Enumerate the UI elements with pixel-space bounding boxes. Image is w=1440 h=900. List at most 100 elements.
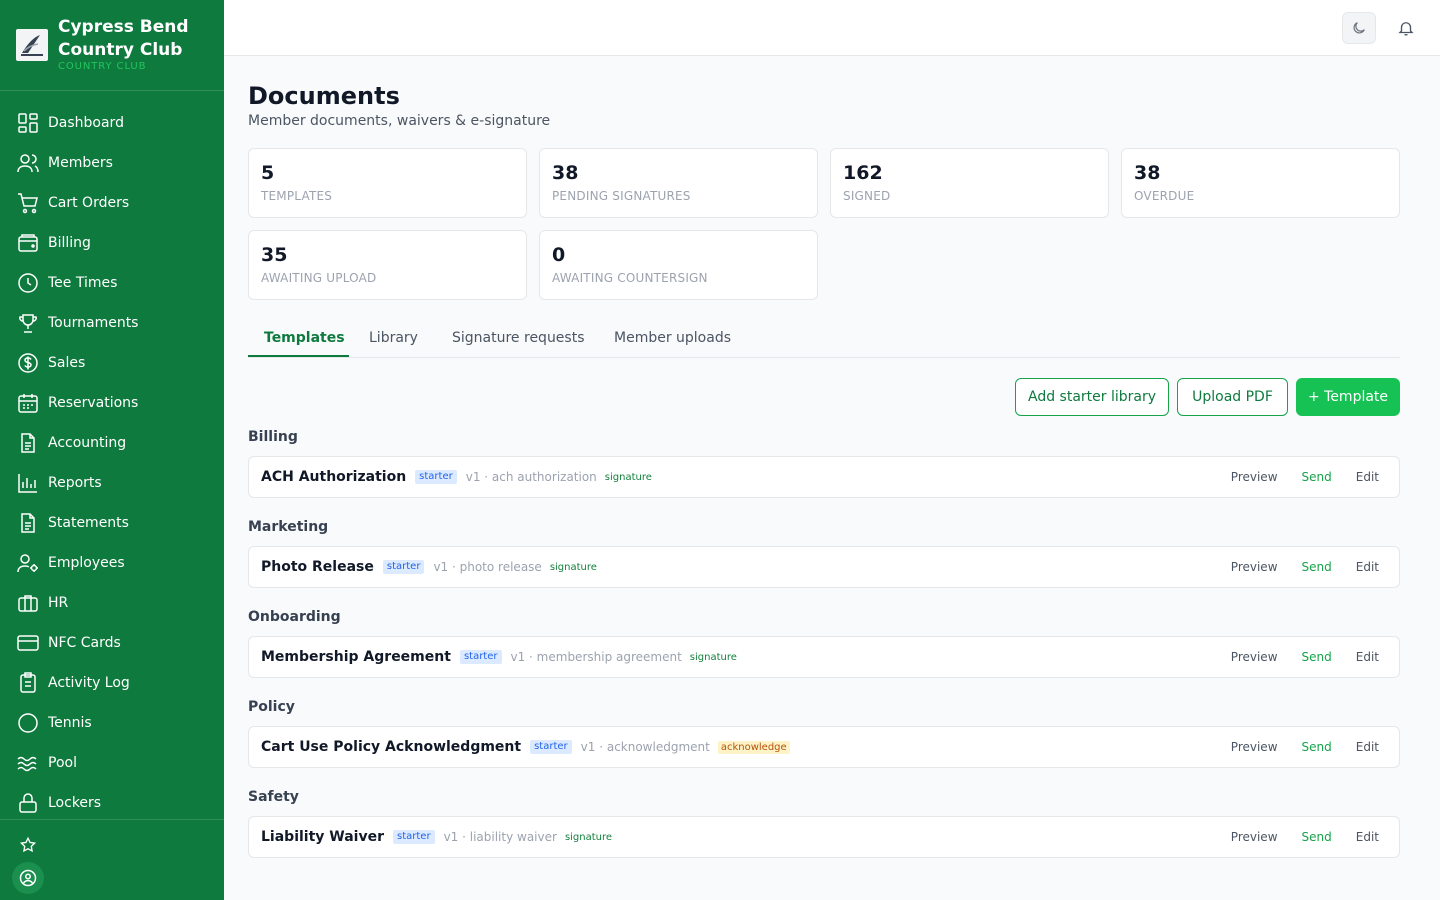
add-starter-library-button[interactable]: Add starter library [1015, 378, 1169, 416]
avatar[interactable] [12, 862, 44, 894]
row-actions: Preview Send Edit [1231, 727, 1399, 767]
preview-button[interactable]: Preview [1231, 560, 1278, 574]
preview-button[interactable]: Preview [1231, 740, 1278, 754]
sidebar-item-accounting[interactable]: Accounting [0, 423, 224, 463]
sidebar-item-hr[interactable]: HR [0, 583, 224, 623]
sidebar-item-tournaments[interactable]: Tournaments [0, 303, 224, 343]
star-icon[interactable] [19, 836, 37, 854]
starter-badge: starter [393, 830, 435, 844]
sidebar-item-dashboard[interactable]: Dashboard [0, 103, 224, 143]
tab-member-uploads[interactable]: Member uploads [614, 318, 731, 358]
sidebar-item-reports[interactable]: Reports [0, 463, 224, 503]
stat-value: 38 [552, 162, 579, 184]
edit-button[interactable]: Edit [1356, 470, 1379, 484]
stat-card-templates: 5 TEMPLATES [248, 148, 527, 218]
circle-icon [18, 713, 38, 733]
sidebar-item-label: Reports [48, 475, 102, 491]
row-actions: Preview Send Edit [1231, 817, 1399, 857]
type-badge: signature [564, 831, 613, 843]
stat-card-overdue: 38 OVERDUE [1121, 148, 1400, 218]
group-heading: Billing [248, 429, 298, 445]
add-template-button[interactable]: + Template [1296, 378, 1400, 416]
send-button[interactable]: Send [1302, 470, 1332, 484]
type-badge: signature [689, 651, 737, 663]
tab-templates[interactable]: Templates [264, 318, 345, 358]
stat-label: OVERDUE [1134, 189, 1195, 203]
starter-badge: starter [415, 470, 457, 484]
stat-label: AWAITING UPLOAD [261, 271, 377, 285]
sidebar-footer [0, 819, 224, 900]
sidebar-item-label: HR [48, 595, 69, 611]
template-row[interactable]: ACH Authorization starter v1 · ach autho… [248, 456, 1400, 498]
notifications-button[interactable] [1394, 12, 1418, 44]
sidebar-item-label: Cart Orders [48, 195, 130, 211]
wallet-icon [18, 234, 38, 252]
send-button[interactable]: Send [1302, 650, 1332, 664]
sidebar-item-label: Accounting [48, 435, 127, 451]
starter-badge: starter [530, 740, 572, 754]
sidebar-item-label: Tournaments [48, 315, 139, 331]
template-row[interactable]: Liability Waiver starter v1 · liability … [248, 816, 1400, 858]
template-meta: v1 · photo release [433, 560, 542, 574]
sidebar-item-members[interactable]: Members [0, 143, 224, 183]
tab-library[interactable]: Library [369, 318, 418, 358]
sidebar-item-tennis[interactable]: Tennis [0, 703, 224, 743]
sidebar-item-pool[interactable]: Pool [0, 743, 224, 783]
sidebar-item-activity-log[interactable]: Activity Log [0, 663, 224, 703]
bell-icon [1398, 22, 1414, 36]
stat-label: AWAITING COUNTERSIGN [552, 271, 708, 285]
preview-button[interactable]: Preview [1231, 830, 1278, 844]
preview-button[interactable]: Preview [1231, 650, 1278, 664]
template-meta: v1 · acknowledgment [580, 740, 710, 754]
template-meta: v1 · liability waiver [443, 830, 557, 844]
sidebar-item-statements[interactable]: Statements [0, 503, 224, 543]
stat-card-pending-signatures: 38 PENDING SIGNATURES [539, 148, 818, 218]
users-icon [17, 154, 39, 173]
preview-button[interactable]: Preview [1231, 470, 1278, 484]
stat-value: 35 [261, 244, 288, 266]
sidebar-item-cart-orders[interactable]: Cart Orders [0, 183, 224, 223]
template-name: Cart Use Policy Acknowledgment [261, 739, 522, 755]
sidebar-item-nfc-cards[interactable]: NFC Cards [0, 623, 224, 663]
page-title: Documents [248, 82, 400, 110]
tab-signature-requests[interactable]: Signature requests [452, 318, 585, 358]
upload-pdf-button[interactable]: Upload PDF [1177, 378, 1288, 416]
briefcase-icon [18, 595, 38, 612]
template-meta: v1 · membership agreement [510, 650, 682, 664]
send-button[interactable]: Send [1302, 830, 1332, 844]
template-row[interactable]: Cart Use Policy Acknowledgment starter v… [248, 726, 1400, 768]
sidebar-item-label: Billing [48, 235, 91, 251]
stat-value: 5 [261, 162, 275, 184]
sidebar-item-employees[interactable]: Employees [0, 543, 224, 583]
edit-button[interactable]: Edit [1356, 740, 1379, 754]
sidebar-item-label: Tee Times [48, 275, 118, 291]
sidebar-item-billing[interactable]: Billing [0, 223, 224, 263]
stat-label: PENDING SIGNATURES [552, 189, 691, 203]
document-icon [21, 513, 35, 533]
row-actions: Preview Send Edit [1231, 637, 1399, 677]
sidebar-item-label: Members [48, 155, 113, 171]
template-name: Photo Release [261, 559, 374, 575]
sidebar-item-label: Lockers [48, 795, 102, 811]
sidebar-item-reservations[interactable]: Reservations [0, 383, 224, 423]
sidebar-item-sales[interactable]: Sales [0, 343, 224, 383]
edit-button[interactable]: Edit [1356, 650, 1379, 664]
send-button[interactable]: Send [1302, 740, 1332, 754]
template-row[interactable]: Photo Release starter v1 · photo release… [248, 546, 1400, 588]
sidebar-item-tee-times[interactable]: Tee Times [0, 263, 224, 303]
group-heading: Safety [248, 789, 299, 805]
type-badge: acknowledge [717, 740, 790, 754]
edit-button[interactable]: Edit [1356, 830, 1379, 844]
starter-badge: starter [459, 650, 502, 664]
edit-button[interactable]: Edit [1356, 560, 1379, 574]
sidebar-item-label: Statements [48, 515, 129, 531]
send-button[interactable]: Send [1302, 560, 1332, 574]
template-row[interactable]: Membership Agreement starter v1 · member… [248, 636, 1400, 678]
brand-subtitle: COUNTRY CLUB [58, 61, 147, 72]
sidebar-item-lockers[interactable]: Lockers [0, 783, 224, 823]
bar-chart-icon [18, 474, 37, 493]
club-logo[interactable] [16, 29, 48, 61]
theme-toggle-button[interactable] [1342, 12, 1376, 44]
cart-icon [18, 193, 38, 214]
stat-value: 38 [1134, 162, 1161, 184]
